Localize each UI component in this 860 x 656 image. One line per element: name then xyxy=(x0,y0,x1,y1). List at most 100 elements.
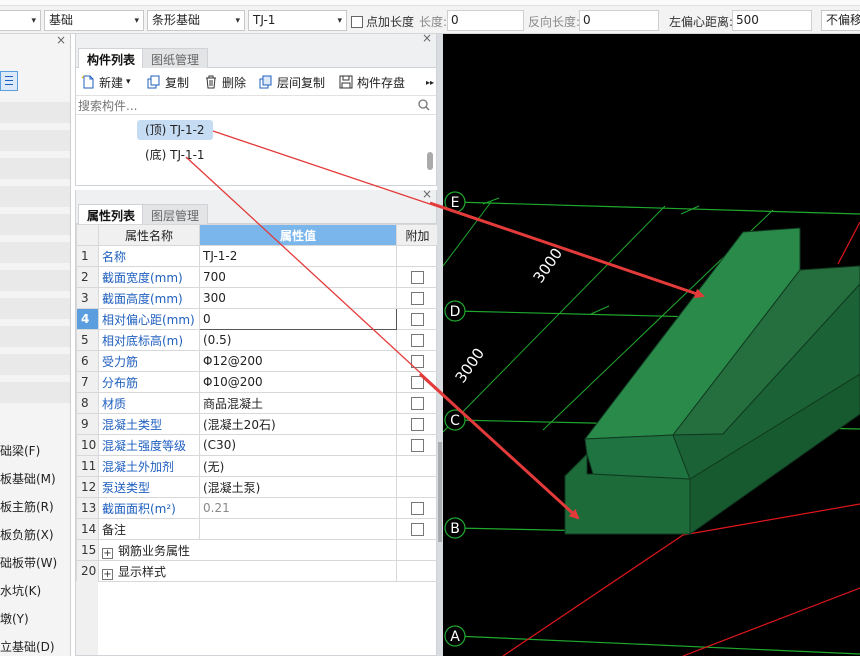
extra-checkbox[interactable] xyxy=(411,313,424,326)
tree-item-top[interactable]: (顶) TJ-1-2 xyxy=(137,120,213,140)
close-icon[interactable]: × xyxy=(422,187,432,201)
save-component-button[interactable]: 构件存盘 xyxy=(339,72,405,92)
type-dropdown[interactable]: 条形基础 ▾ xyxy=(147,10,245,31)
axis-bubble-d[interactable]: D xyxy=(444,300,466,322)
nav-item-raft-foundation[interactable]: 板基础(M) xyxy=(0,470,56,487)
extra-checkbox[interactable] xyxy=(411,523,424,536)
property-value[interactable]: 商品混凝土 xyxy=(199,392,397,414)
table-row[interactable]: 10 混凝土强度等级 (C30) xyxy=(76,434,439,456)
nav-item-isolated-foundation[interactable]: 立基础(D) xyxy=(0,638,55,655)
offset-mode-dropdown[interactable]: 不偏移 xyxy=(821,10,860,31)
extra-checkbox[interactable] xyxy=(411,292,424,305)
nav-row[interactable] xyxy=(0,130,70,151)
nav-item-foundation-beam[interactable]: 础梁(F) xyxy=(0,442,40,459)
table-row[interactable]: 5 相对底标高(m) (0.5) xyxy=(76,329,439,351)
table-row-selected[interactable]: 4 相对偏心距(mm) 0 xyxy=(76,308,439,330)
property-value[interactable]: 700 xyxy=(199,266,397,288)
table-row[interactable]: 8 材质 商品混凝土 xyxy=(76,392,439,414)
property-value[interactable]: 300 xyxy=(199,287,397,309)
nav-row[interactable] xyxy=(0,354,70,375)
table-row[interactable]: 1 名称 TJ-1-2 xyxy=(76,245,439,267)
component-search[interactable] xyxy=(76,95,436,115)
extra-checkbox[interactable] xyxy=(411,376,424,389)
nav-row[interactable] xyxy=(0,242,70,263)
extra-checkbox[interactable] xyxy=(411,355,424,368)
extra-checkbox[interactable] xyxy=(411,439,424,452)
component-dropdown[interactable]: TJ-1 ▾ xyxy=(248,10,347,31)
table-row[interactable]: 7 分布筋 Φ10@200 xyxy=(76,371,439,393)
axis-bubble-e[interactable]: E xyxy=(444,191,466,213)
expand-icon[interactable]: + xyxy=(102,568,113,580)
table-row[interactable]: 14 备注 xyxy=(76,518,439,540)
expand-icon[interactable]: + xyxy=(102,547,113,559)
axis-bubble-a[interactable]: A xyxy=(444,625,466,647)
copy-button[interactable]: 复制 xyxy=(147,72,189,92)
nav-row[interactable] xyxy=(0,102,70,123)
extra-checkbox[interactable] xyxy=(411,334,424,347)
table-row[interactable]: 9 混凝土类型 (混凝土20石) xyxy=(76,413,439,435)
nav-row[interactable] xyxy=(0,214,70,235)
table-row[interactable]: 12 泵送类型 (混凝土泵) xyxy=(76,476,439,498)
extra-checkbox[interactable] xyxy=(411,502,424,515)
reverse-length-input[interactable]: 0 xyxy=(579,10,659,31)
axis-bubble-c[interactable]: C xyxy=(444,409,466,431)
property-value[interactable]: (混凝土20石) xyxy=(199,413,397,435)
property-value[interactable]: Φ12@200 xyxy=(199,350,397,372)
table-row[interactable]: 3 截面高度(mm) 300 xyxy=(76,287,439,309)
nav-item-raft-main-rebar[interactable]: 板主筋(R) xyxy=(0,498,54,515)
extra-checkbox[interactable] xyxy=(411,397,424,410)
3d-viewport[interactable]: E D C B A 3000 3000 xyxy=(443,34,860,656)
nav-row[interactable] xyxy=(0,382,70,403)
nav-row[interactable] xyxy=(0,158,70,179)
new-button[interactable]: 新建 ▾ xyxy=(81,72,131,92)
tree-scrollbar[interactable] xyxy=(427,152,433,170)
copy-between-floors-button[interactable]: 层间复制 xyxy=(259,72,325,92)
tab-drawing-management[interactable]: 图纸管理 xyxy=(142,48,209,68)
list-view-icon[interactable] xyxy=(0,71,18,91)
length-input[interactable]: 0 xyxy=(447,10,524,31)
nav-row[interactable] xyxy=(0,298,70,319)
copy-between-floors-label: 层间复制 xyxy=(277,75,326,90)
table-row-group[interactable]: 15 + 钢筋业务属性 xyxy=(76,539,439,561)
tab-layer-management[interactable]: 图层管理 xyxy=(142,204,209,224)
axis-bubble-b[interactable]: B xyxy=(444,517,466,539)
nav-item-raft-neg-rebar[interactable]: 板负筋(X) xyxy=(0,526,54,543)
nav-item-foundation-strip[interactable]: 础板带(W) xyxy=(0,554,57,571)
table-row[interactable]: 2 截面宽度(mm) 700 xyxy=(76,266,439,288)
checkbox-box[interactable] xyxy=(351,16,363,28)
collapse-handle[interactable] xyxy=(438,442,442,542)
extra-checkbox[interactable] xyxy=(411,271,424,284)
nav-row[interactable] xyxy=(0,270,70,291)
search-input[interactable] xyxy=(78,97,408,114)
table-row[interactable]: 13 截面面积(m²) 0.21 xyxy=(76,497,439,519)
delete-button[interactable]: 删除 xyxy=(204,72,246,92)
search-icon[interactable] xyxy=(418,99,430,114)
close-icon[interactable]: × xyxy=(422,31,432,45)
property-value[interactable]: TJ-1-2 xyxy=(199,245,397,267)
close-icon[interactable]: × xyxy=(56,33,66,47)
nav-row[interactable] xyxy=(0,326,70,347)
table-row[interactable]: 6 受力筋 Φ12@200 xyxy=(76,350,439,372)
strip-foundation-solid[interactable] xyxy=(564,227,860,535)
nav-item-pier[interactable]: 墩(Y) xyxy=(0,610,29,627)
left-offset-input[interactable]: 500 xyxy=(732,10,812,31)
property-value[interactable]: (混凝土泵) xyxy=(199,476,397,498)
category-dropdown[interactable]: 基础 ▾ xyxy=(44,10,144,31)
more-tools-button[interactable]: ▸▸ xyxy=(426,72,434,92)
extra-checkbox[interactable] xyxy=(411,418,424,431)
nav-row[interactable] xyxy=(0,186,70,207)
property-value[interactable]: Φ10@200 xyxy=(199,371,397,393)
property-value-editor[interactable]: 0 xyxy=(199,308,397,330)
table-row-group[interactable]: 20 + 显示样式 xyxy=(76,560,439,582)
tab-component-list[interactable]: 构件列表 xyxy=(78,48,145,68)
property-value[interactable]: (C30) xyxy=(199,434,397,456)
add-length-checkbox[interactable]: 点加长度 xyxy=(351,13,414,30)
tab-property-list[interactable]: 属性列表 xyxy=(78,204,145,224)
property-value[interactable]: (0.5) xyxy=(199,329,397,351)
property-value[interactable]: (无) xyxy=(199,455,397,477)
table-row[interactable]: 11 混凝土外加剂 (无) xyxy=(76,455,439,477)
tree-item-bottom[interactable]: (底) TJ-1-1 xyxy=(145,145,205,165)
floor-dropdown[interactable]: ▾ xyxy=(0,10,41,31)
property-value[interactable] xyxy=(199,518,397,540)
nav-item-sump-pit[interactable]: 水坑(K) xyxy=(0,582,41,599)
